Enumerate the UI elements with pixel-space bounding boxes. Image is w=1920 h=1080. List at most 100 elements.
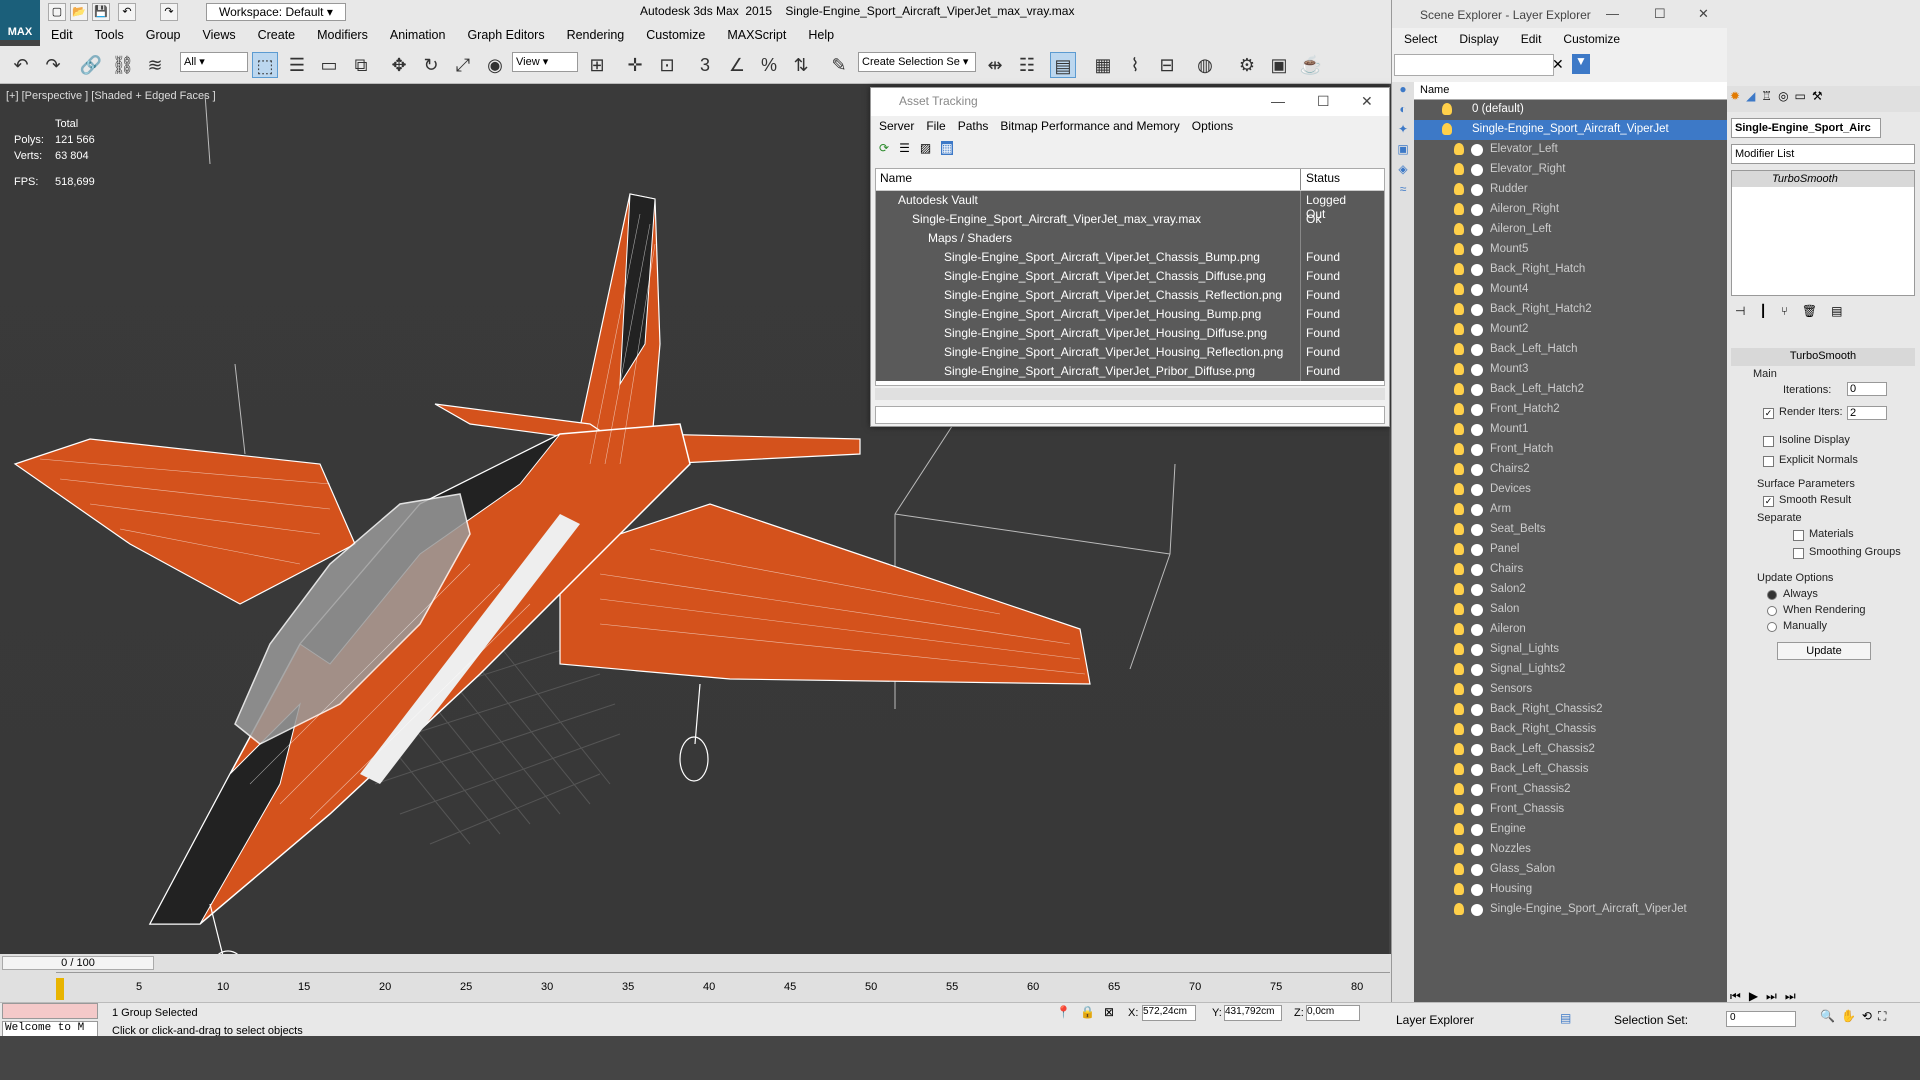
light-bulb-icon[interactable]	[1454, 823, 1464, 835]
freeze-icon[interactable]	[1471, 364, 1483, 376]
asset-minimize-icon[interactable]: —	[1271, 93, 1285, 109]
list-item[interactable]: Aileron	[1414, 620, 1728, 640]
list-item[interactable]: Nozzles	[1414, 840, 1728, 860]
utilities-tab-icon[interactable]: ⚒	[1812, 89, 1823, 109]
light-bulb-icon[interactable]	[1454, 883, 1464, 895]
hierarchy-tab-icon[interactable]: ♖	[1761, 89, 1772, 109]
bind-spacewarp-icon[interactable]: ≋	[142, 52, 168, 78]
modifier-list-dropdown[interactable]: Modifier List	[1731, 144, 1915, 164]
table-row[interactable]: Single-Engine_Sport_Aircraft_ViperJet_Ch…	[876, 267, 1384, 286]
app-logo[interactable]: MAX	[0, 0, 40, 40]
light-bulb-icon[interactable]	[1454, 623, 1464, 635]
render-iters-checkbox[interactable]: ✓	[1763, 408, 1774, 419]
material-editor-icon[interactable]: ◍	[1192, 52, 1218, 78]
list-item[interactable]: Elevator_Right	[1414, 160, 1728, 180]
list-item[interactable]: Salon2	[1414, 580, 1728, 600]
render-production-icon[interactable]: ☕	[1298, 52, 1324, 78]
menu-views[interactable]: Views	[191, 24, 246, 46]
maximize-viewport-icon[interactable]: ⛶	[1878, 1009, 1886, 1024]
freeze-icon[interactable]	[1471, 864, 1483, 876]
layer-explorer-footer[interactable]: Layer Explorer	[1396, 1013, 1474, 1027]
redo-icon[interactable]: ↷	[40, 52, 66, 78]
select-by-name-icon[interactable]: ☰	[284, 52, 310, 78]
table-row[interactable]: Maps / Shaders	[876, 229, 1384, 248]
angle-snap-icon[interactable]: ∠	[724, 52, 750, 78]
display-lights-icon[interactable]: ✦	[1392, 122, 1414, 142]
scene-maximize-icon[interactable]: ☐	[1654, 6, 1666, 22]
light-bulb-icon[interactable]	[1454, 443, 1464, 455]
light-bulb-icon[interactable]	[1454, 283, 1464, 295]
list-item[interactable]: Chairs	[1414, 560, 1728, 580]
layer-icon[interactable]: ▤	[1560, 1011, 1571, 1025]
pin-stack-icon[interactable]: ⊣	[1735, 304, 1745, 320]
freeze-icon[interactable]	[1471, 884, 1483, 896]
list-item[interactable]: Back_Left_Chassis2	[1414, 740, 1728, 760]
table-row[interactable]: Single-Engine_Sport_Aircraft_ViperJet_Pr…	[876, 362, 1384, 381]
table-row[interactable]: Single-Engine_Sport_Aircraft_ViperJet_ma…	[876, 210, 1384, 229]
filter-icon[interactable]: ▼	[1572, 54, 1590, 74]
show-end-result-icon[interactable]: ┃	[1759, 304, 1766, 320]
light-bulb-icon[interactable]	[1454, 223, 1464, 235]
rotate-icon[interactable]: ↻	[418, 52, 444, 78]
freeze-icon[interactable]	[1471, 584, 1483, 596]
asset-hscrollbar[interactable]	[875, 388, 1385, 400]
light-bulb-icon[interactable]	[1454, 423, 1464, 435]
freeze-icon[interactable]	[1471, 664, 1483, 676]
freeze-icon[interactable]	[1471, 464, 1483, 476]
asset-menu-paths[interactable]: Paths	[958, 119, 989, 135]
isolate-icon[interactable]: 📍	[1056, 1005, 1071, 1019]
list-item[interactable]: Front_Hatch2	[1414, 400, 1728, 420]
list-icon[interactable]: ☰	[899, 141, 910, 155]
materials-checkbox[interactable]	[1793, 530, 1804, 541]
thumbnail-icon[interactable]: ▨	[920, 141, 931, 155]
menu-group[interactable]: Group	[135, 24, 192, 46]
create-tab-icon[interactable]: ✹	[1730, 89, 1740, 109]
freeze-icon[interactable]	[1471, 424, 1483, 436]
list-item[interactable]: Signal_Lights2	[1414, 660, 1728, 680]
pivot-icon[interactable]: ⊞	[584, 52, 610, 78]
undo-icon[interactable]: ↶	[8, 52, 34, 78]
list-item[interactable]: Single-Engine_Sport_Aircraft_ViperJet	[1414, 900, 1728, 920]
freeze-icon[interactable]	[1471, 784, 1483, 796]
freeze-icon[interactable]	[1471, 264, 1483, 276]
rollout-title[interactable]: TurboSmooth	[1731, 348, 1915, 366]
light-bulb-icon[interactable]	[1442, 123, 1452, 135]
table-row[interactable]: Single-Engine_Sport_Aircraft_ViperJet_Ch…	[876, 248, 1384, 267]
list-item[interactable]: Front_Hatch	[1414, 440, 1728, 460]
freeze-icon[interactable]	[1471, 844, 1483, 856]
motion-tab-icon[interactable]: ◎	[1778, 89, 1788, 109]
list-item[interactable]: Arm	[1414, 500, 1728, 520]
list-item[interactable]: Housing	[1414, 880, 1728, 900]
freeze-icon[interactable]	[1471, 504, 1483, 516]
scene-close-icon[interactable]: ✕	[1698, 6, 1709, 22]
modifier-stack-item[interactable]: TurboSmooth	[1732, 171, 1914, 187]
refresh-icon[interactable]: ⟳	[879, 141, 889, 155]
light-bulb-icon[interactable]	[1454, 403, 1464, 415]
freeze-icon[interactable]	[1471, 824, 1483, 836]
light-bulb-icon[interactable]	[1454, 203, 1464, 215]
freeze-icon[interactable]	[1471, 144, 1483, 156]
graphite-toolbar-icon[interactable]: ▦	[1090, 52, 1116, 78]
menu-create[interactable]: Create	[247, 24, 307, 46]
select-object-icon[interactable]: ⬚	[252, 52, 278, 78]
freeze-icon[interactable]	[1471, 644, 1483, 656]
freeze-icon[interactable]	[1471, 484, 1483, 496]
freeze-icon[interactable]	[1471, 524, 1483, 536]
freeze-icon[interactable]	[1471, 604, 1483, 616]
align-icon[interactable]: ☷	[1014, 52, 1040, 78]
asset-menu-file[interactable]: File	[926, 119, 945, 135]
light-bulb-icon[interactable]	[1454, 603, 1464, 615]
next-frame-icon[interactable]: ⏭	[1766, 989, 1777, 1004]
table-row[interactable]: Single-Engine_Sport_Aircraft_ViperJet_Ho…	[876, 305, 1384, 324]
freeze-icon[interactable]	[1471, 304, 1483, 316]
list-item[interactable]: Mount2	[1414, 320, 1728, 340]
light-bulb-icon[interactable]	[1454, 503, 1464, 515]
lock-selection-icon[interactable]: 🔒	[1080, 1005, 1095, 1019]
list-item[interactable]: Mount1	[1414, 420, 1728, 440]
z-coord-field[interactable]: 0,0cm	[1306, 1005, 1360, 1021]
select-manipulate-icon[interactable]: ✛	[622, 52, 648, 78]
render-iters-spinner[interactable]: 2	[1847, 406, 1887, 420]
asset-maximize-icon[interactable]: ☐	[1317, 93, 1330, 110]
layer-list-header[interactable]: Name	[1414, 82, 1728, 100]
light-bulb-icon[interactable]	[1454, 703, 1464, 715]
